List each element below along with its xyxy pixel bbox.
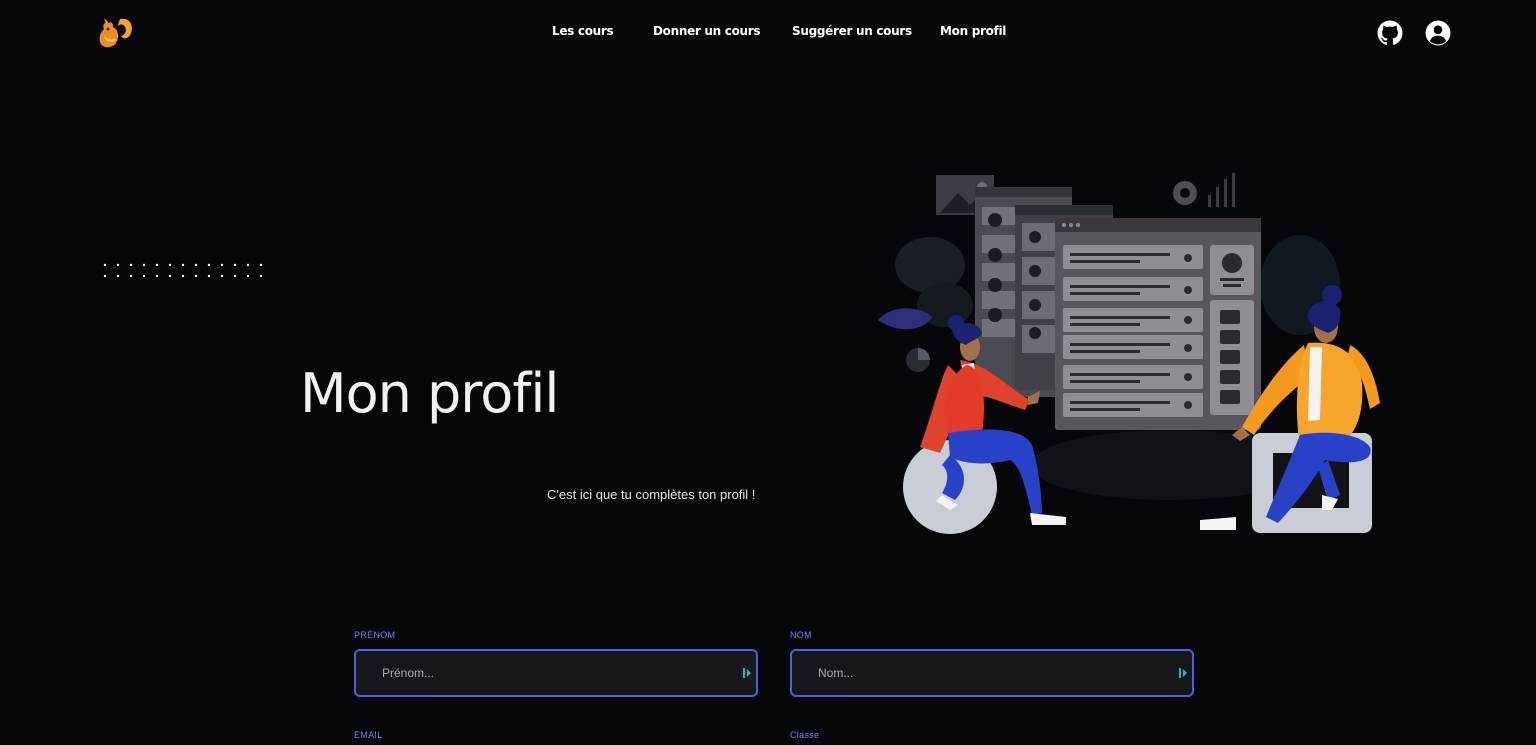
- email-label: EMAIL: [354, 730, 383, 740]
- prenom-label: PRÉNOM: [354, 630, 396, 640]
- classe-label: Classe: [790, 730, 820, 740]
- dots-decoration: [103, 263, 263, 278]
- nav-link-suggerer-un-cours[interactable]: Suggérer un cours: [792, 24, 912, 38]
- main-nav: Les cours Donner un cours Suggérer un co…: [0, 24, 1536, 44]
- nav-link-mon-profil[interactable]: Mon profil: [940, 24, 1006, 38]
- nom-field: [790, 649, 1194, 697]
- profile-illustration: [878, 173, 1380, 534]
- nom-label: NOM: [790, 630, 812, 640]
- password-manager-icon[interactable]: [742, 666, 752, 680]
- prenom-field: [354, 649, 758, 697]
- page: Les cours Donner un cours Suggérer un co…: [0, 0, 1536, 745]
- page-title: Mon profil: [300, 362, 559, 425]
- nav-link-les-cours[interactable]: Les cours: [552, 24, 614, 38]
- page-subtitle: C'est ici que tu complètes ton profil !: [547, 487, 756, 502]
- password-manager-icon[interactable]: [1178, 666, 1188, 680]
- user-circle-icon[interactable]: [1425, 20, 1451, 46]
- prenom-input[interactable]: [356, 651, 756, 695]
- github-icon[interactable]: [1377, 20, 1403, 46]
- nav-link-donner-un-cours[interactable]: Donner un cours: [653, 24, 761, 38]
- nom-input[interactable]: [792, 651, 1192, 695]
